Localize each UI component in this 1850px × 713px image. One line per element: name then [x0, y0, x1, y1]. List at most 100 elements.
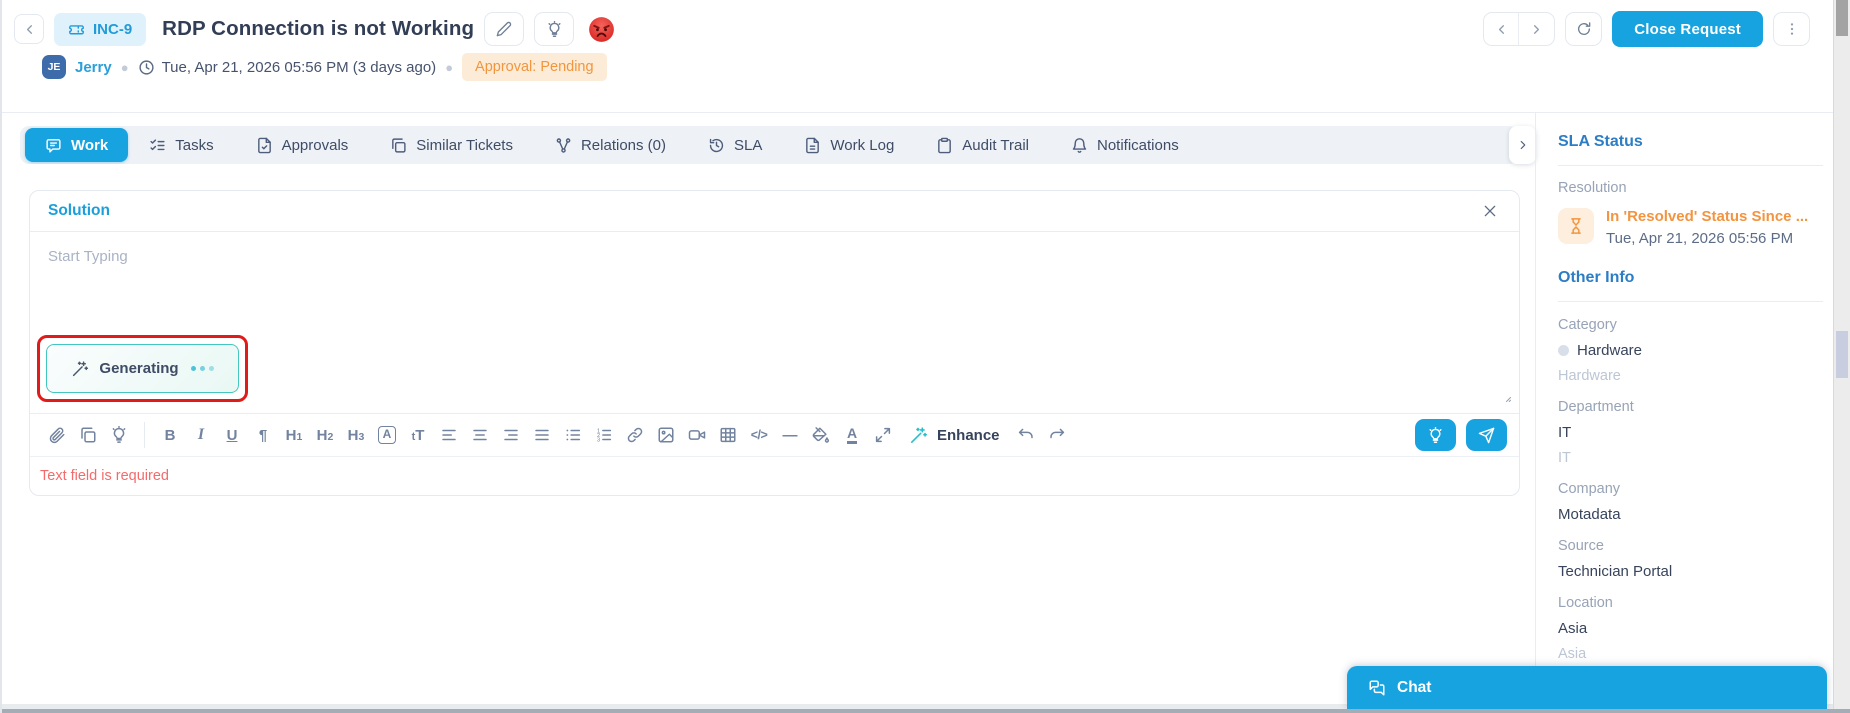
- underline-button[interactable]: U: [217, 420, 247, 450]
- resize-handle-icon[interactable]: [1500, 391, 1512, 403]
- pencil-icon: [496, 21, 512, 37]
- horizontal-rule-button[interactable]: —: [775, 420, 805, 450]
- sla-status-text: In 'Resolved' Status Since ...: [1606, 208, 1809, 225]
- chevron-left-icon: [22, 22, 37, 37]
- info-field-source: Source Technician Portal: [1558, 538, 1823, 580]
- font-size-button[interactable]: tT: [403, 420, 433, 450]
- clock-icon: [138, 59, 155, 76]
- ticket-tabbar: Work Tasks Approvals Similar Tickets Rel…: [20, 126, 1518, 164]
- text-color-button[interactable]: A: [837, 420, 867, 450]
- refresh-button[interactable]: [1565, 12, 1603, 46]
- heading1-button[interactable]: H1: [279, 420, 309, 450]
- solution-editor[interactable]: Start Typing Generating: [30, 232, 1519, 413]
- field-sub-value: Hardware: [1558, 368, 1621, 384]
- kb-suggest-button[interactable]: [1415, 419, 1456, 451]
- info-field-department: Department IT IT: [1558, 399, 1823, 466]
- align-center-button[interactable]: [465, 420, 495, 450]
- align-left-button[interactable]: [434, 420, 464, 450]
- send-button[interactable]: [1466, 419, 1507, 451]
- tab-work-log[interactable]: Work Log: [783, 126, 915, 164]
- details-sidebar: SLA Status Resolution In 'Resolved' Stat…: [1535, 113, 1835, 705]
- field-label: Location: [1558, 595, 1613, 611]
- doc-check-icon: [256, 137, 273, 154]
- chat-bar-button[interactable]: Chat: [1347, 666, 1827, 709]
- field-label: Company: [1558, 481, 1621, 497]
- bullet-list-button[interactable]: [558, 420, 588, 450]
- tab-work[interactable]: Work: [25, 128, 129, 162]
- link-button[interactable]: [620, 420, 650, 450]
- ai-generating-button[interactable]: Generating: [46, 344, 239, 393]
- scrollbar-thumb[interactable]: [1836, 0, 1848, 36]
- clipboard-icon: [936, 137, 953, 154]
- italic-button[interactable]: I: [186, 420, 216, 450]
- tab-sla[interactable]: SLA: [687, 126, 783, 164]
- enhance-button[interactable]: Enhance: [909, 426, 1000, 445]
- svg-text:3: 3: [597, 438, 600, 444]
- ticket-id: INC-9: [93, 20, 133, 38]
- magic-wand-icon: [71, 360, 89, 378]
- bold-button[interactable]: B: [155, 420, 185, 450]
- bell-icon: [1071, 137, 1088, 154]
- image-button[interactable]: [651, 420, 681, 450]
- angry-face-emoji: [588, 16, 615, 43]
- toolbar-divider: [144, 422, 145, 448]
- ticket-id-badge: INC-9: [54, 12, 147, 46]
- align-justify-button[interactable]: [527, 420, 557, 450]
- suggestion-bulb-icon[interactable]: [104, 420, 134, 450]
- field-label: Department: [1558, 399, 1634, 415]
- insights-button[interactable]: [534, 12, 575, 46]
- font-style-button[interactable]: A: [372, 420, 402, 450]
- requester-name-link[interactable]: Jerry: [75, 59, 112, 76]
- solution-close-button[interactable]: [1479, 200, 1501, 222]
- tab-tasks[interactable]: Tasks: [128, 126, 234, 164]
- sla-status-heading: SLA Status: [1558, 133, 1643, 150]
- heading3-button[interactable]: H3: [341, 420, 371, 450]
- heading2-button[interactable]: H2: [310, 420, 340, 450]
- file-icon: [804, 137, 821, 154]
- table-button[interactable]: [713, 420, 743, 450]
- resolution-label: Resolution: [1558, 180, 1627, 196]
- tab-audit-trail[interactable]: Audit Trail: [915, 126, 1050, 164]
- close-request-button[interactable]: Close Request: [1612, 11, 1763, 47]
- chevron-right-icon: [1529, 22, 1544, 37]
- chevron-left-icon: [1494, 22, 1509, 37]
- field-label: Source: [1558, 538, 1604, 554]
- network-icon: [555, 137, 572, 154]
- ordered-list-button[interactable]: 123: [589, 420, 619, 450]
- requester-avatar: JE: [42, 55, 66, 79]
- scrollbar-marker: [1836, 331, 1848, 378]
- tab-similar-tickets[interactable]: Similar Tickets: [369, 126, 534, 164]
- info-field-company: Company Motadata: [1558, 481, 1823, 523]
- align-right-button[interactable]: [496, 420, 526, 450]
- tab-approvals[interactable]: Approvals: [235, 126, 370, 164]
- generating-label: Generating: [99, 360, 179, 377]
- tabbar-scroll-right-button[interactable]: [1509, 126, 1536, 164]
- paragraph-button[interactable]: ¶: [248, 420, 278, 450]
- header: INC-9 RDP Connection is not Working Clos…: [14, 10, 1810, 48]
- redo-button[interactable]: [1042, 420, 1072, 450]
- approval-status-badge: Approval: Pending: [462, 53, 607, 81]
- chat-label: Chat: [1397, 678, 1432, 696]
- next-ticket-button[interactable]: [1519, 13, 1554, 45]
- edit-title-button[interactable]: [484, 12, 525, 46]
- field-value: Technician Portal: [1558, 563, 1673, 580]
- templates-icon[interactable]: [73, 420, 103, 450]
- header-meta: JE Jerry ● Tue, Apr 21, 2026 05:56 PM (3…: [42, 53, 607, 81]
- hourglass-icon: [1558, 208, 1594, 244]
- category-dot-icon: [1558, 345, 1569, 356]
- previous-ticket-button[interactable]: [1484, 13, 1520, 45]
- undo-button[interactable]: [1011, 420, 1041, 450]
- kebab-menu-icon: [1784, 21, 1800, 37]
- video-button[interactable]: [682, 420, 712, 450]
- fill-color-button[interactable]: [806, 420, 836, 450]
- back-button[interactable]: [14, 14, 44, 44]
- ticket-icon: [68, 21, 85, 38]
- attach-icon[interactable]: [42, 420, 72, 450]
- window-scrollbar[interactable]: [1833, 0, 1850, 713]
- tab-relations-0[interactable]: Relations (0): [534, 126, 687, 164]
- fullscreen-button[interactable]: [868, 420, 898, 450]
- copy-icon: [390, 137, 407, 154]
- tab-notifications[interactable]: Notifications: [1050, 126, 1200, 164]
- code-button[interactable]: </>: [744, 420, 774, 450]
- more-actions-button[interactable]: [1773, 12, 1810, 46]
